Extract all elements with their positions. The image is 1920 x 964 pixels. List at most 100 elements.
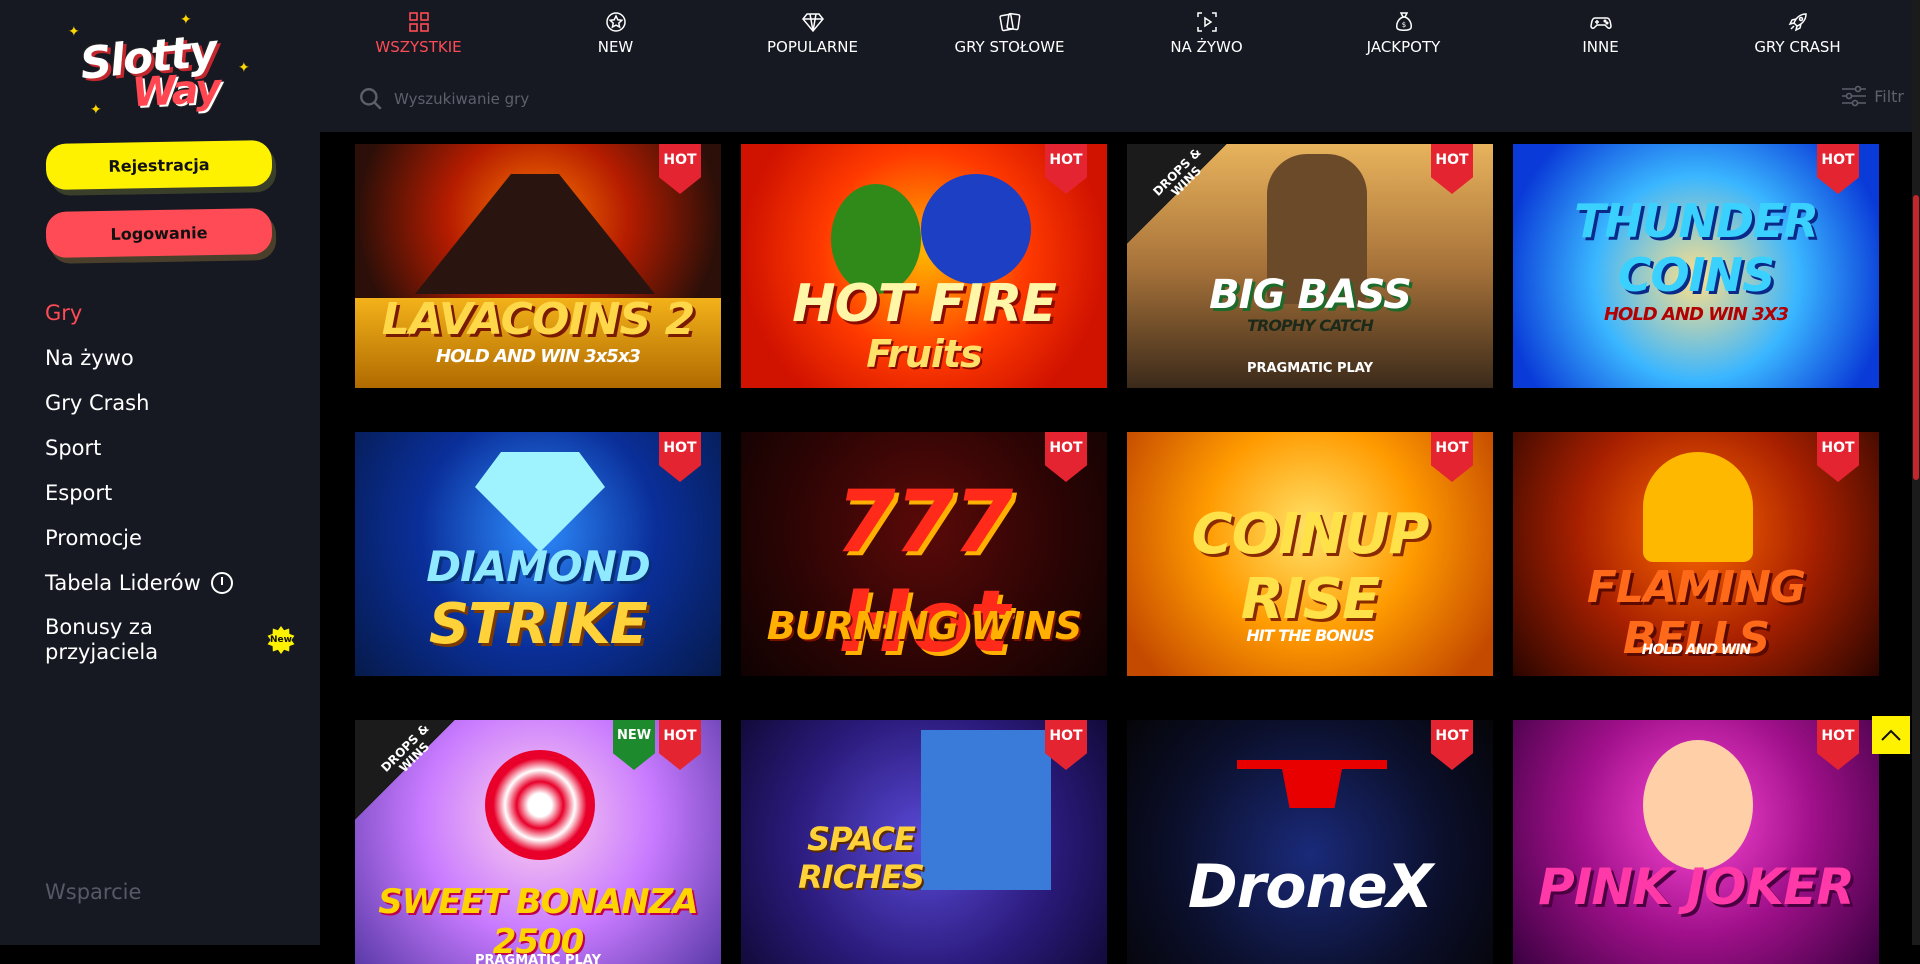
provider-label: PRAGMATIC PLAY xyxy=(1246,361,1374,376)
game-card-thunder-coins[interactable]: THUNDER COINS HOLD AND WIN 3X3 HOT xyxy=(1513,144,1879,388)
logo-word-way: Way xyxy=(130,65,221,117)
game-card-coinup-rise[interactable]: COINUP RISE HIT THE BONUS HOT xyxy=(1127,432,1493,676)
game-card-lavacoins-2[interactable]: LAVACOINS 2 HOLD AND WIN 3x5x3 HOT xyxy=(355,144,721,388)
tab-label: INNE xyxy=(1582,38,1619,56)
tab-na-zywo[interactable]: NA ŻYWO xyxy=(1108,0,1305,70)
sidebar-item-label: Promocje xyxy=(45,525,142,550)
sidebar-item-label: Tabela Liderów xyxy=(45,570,201,595)
game-subtitle: HOLD AND WIN xyxy=(1641,642,1751,658)
hot-badge: HOT xyxy=(1045,720,1087,770)
game-card-pink-joker[interactable]: PINK JOKER HOT xyxy=(1513,720,1879,964)
search-input[interactable] xyxy=(394,90,694,108)
sidebar-item-sport[interactable]: Sport xyxy=(45,425,295,470)
game-subtitle: Fruits xyxy=(866,332,982,376)
sidebar: ✦ ✦ ✦ ✦ Slotty Way Rejestracja Logowanie… xyxy=(0,0,320,945)
game-subtitle: HOLD AND WIN 3x5x3 xyxy=(436,346,641,367)
game-title: COINUP RISE xyxy=(1191,502,1430,632)
sidebar-item-bonusy[interactable]: Bonusy za przyjaciela New xyxy=(45,611,295,669)
hot-badge: HOT xyxy=(1431,432,1473,482)
sidebar-item-gry[interactable]: Gry xyxy=(45,290,295,335)
game-title: THUNDER COINS xyxy=(1574,194,1819,302)
svg-text:$: $ xyxy=(1401,21,1405,29)
hot-badge: HOT xyxy=(1817,432,1859,482)
hot-badge: HOT xyxy=(1431,720,1473,770)
game-title: LAVACOINS 2 xyxy=(381,294,695,345)
tab-label: POPULARNE xyxy=(767,38,858,56)
register-button[interactable]: Rejestracja xyxy=(45,140,273,190)
tab-label: JACKPOTY xyxy=(1366,38,1441,56)
volcano-art xyxy=(415,174,655,294)
support-link[interactable]: Wsparcie xyxy=(45,880,141,904)
drops-wins-label: DROPS & WINS xyxy=(1150,145,1205,200)
game-title: HOT FIRE xyxy=(792,274,1057,334)
star-icon: ✦ xyxy=(238,60,250,76)
category-tabs: WSZYSTKIE NEW POPULARNE GRY STOŁOWE NA Ż… xyxy=(320,0,1912,70)
sidebar-item-label: Esport xyxy=(45,480,113,505)
joker-art xyxy=(1643,740,1753,870)
game-card-big-bass[interactable]: BIG BASS TROPHY CATCH PRAGMATIC PLAY DRO… xyxy=(1127,144,1493,388)
tab-label: NA ŻYWO xyxy=(1170,38,1243,56)
slottyway-logo[interactable]: ✦ ✦ ✦ ✦ Slotty Way xyxy=(62,10,252,120)
game-subtitle: HOLD AND WIN 3X3 xyxy=(1603,304,1789,325)
stopwatch-icon xyxy=(210,571,233,594)
game-subtitle: TROPHY CATCH xyxy=(1247,316,1374,335)
chevron-up-icon xyxy=(1881,729,1901,741)
tab-inne[interactable]: INNE xyxy=(1502,0,1699,70)
star-icon: ✦ xyxy=(180,12,192,28)
game-card-dronex[interactable]: DroneX HOT xyxy=(1127,720,1493,964)
game-card-sweet-bonanza[interactable]: SWEET BONANZA 2500 PRAGMATIC PLAY DROPS … xyxy=(355,720,721,964)
tab-new[interactable]: NEW xyxy=(517,0,714,70)
badge-star-icon xyxy=(605,12,626,32)
sidebar-item-tabela-liderow[interactable]: Tabela Liderów xyxy=(45,560,295,605)
game-subtitle: BURNING WINS xyxy=(766,604,1082,648)
game-title: DIAMOND xyxy=(426,542,651,591)
tab-popularne[interactable]: POPULARNE xyxy=(714,0,911,70)
diamond-icon xyxy=(801,13,824,33)
drops-wins-badge: DROPS & WINS xyxy=(1127,144,1227,244)
game-subtitle: STRIKE xyxy=(428,592,648,657)
game-search xyxy=(358,84,758,114)
drone-art xyxy=(1237,760,1387,808)
sidebar-item-label: Bonusy za przyjaciela xyxy=(45,615,159,664)
tab-label: GRY STOŁOWE xyxy=(954,38,1065,56)
sidebar-item-gry-crash[interactable]: Gry Crash xyxy=(45,380,295,425)
sidebar-item-esport[interactable]: Esport xyxy=(45,470,295,515)
sidebar-item-label: Sport xyxy=(45,435,102,460)
lollipop-art xyxy=(485,750,595,860)
scrollbar[interactable] xyxy=(1912,0,1920,945)
drops-wins-label: DROPS & WINS xyxy=(378,721,433,776)
tab-gry-stolowe[interactable]: GRY STOŁOWE xyxy=(911,0,1108,70)
tab-gry-crash[interactable]: GRY CRASH xyxy=(1699,0,1896,70)
provider-label: PRAGMATIC PLAY xyxy=(474,953,602,964)
game-card-diamond-strike[interactable]: DIAMOND STRIKE HOT xyxy=(355,432,721,676)
rocket-icon xyxy=(1788,13,1807,32)
login-button[interactable]: Logowanie xyxy=(45,208,273,258)
top-bar: WSZYSTKIE NEW POPULARNE GRY STOŁOWE NA Ż… xyxy=(320,0,1912,132)
hot-badge: HOT xyxy=(1431,144,1473,194)
game-title: SWEET BONANZA 2500 xyxy=(378,882,698,962)
game-card-space-riches[interactable]: SPACE RICHES HOT xyxy=(741,720,1107,964)
sidebar-item-promocje[interactable]: Promocje xyxy=(45,515,295,560)
sidebar-nav: Gry Na żywo Gry Crash Sport Esport Promo… xyxy=(45,290,295,669)
filter-button[interactable]: Filtr xyxy=(1840,84,1904,108)
grid-icon xyxy=(408,12,429,32)
gamepad-icon xyxy=(1589,17,1612,29)
game-card-flaming-bells[interactable]: FLAMING BELLS HOLD AND WIN HOT xyxy=(1513,432,1879,676)
game-card-hotfire-fruits[interactable]: HOT FIRE Fruits HOT xyxy=(741,144,1107,388)
tab-wszystkie[interactable]: WSZYSTKIE xyxy=(320,0,517,70)
game-card-hot-burning-wins[interactable]: 777 Hot BURNING WINS HOT xyxy=(741,432,1107,676)
hot-badge: HOT xyxy=(1817,720,1859,770)
star-icon: ✦ xyxy=(68,24,80,40)
sidebar-item-label: Gry xyxy=(45,300,83,325)
hot-badge: HOT xyxy=(659,432,701,482)
game-title: BIG BASS xyxy=(1209,272,1412,318)
search-icon xyxy=(360,88,382,110)
bell-art xyxy=(1643,452,1753,562)
scroll-to-top-button[interactable] xyxy=(1872,716,1910,754)
scrollbar-thumb[interactable] xyxy=(1913,195,1919,480)
tab-jackpoty[interactable]: $ JACKPOTY xyxy=(1305,0,1502,70)
sidebar-item-na-zywo[interactable]: Na żywo xyxy=(45,335,295,380)
sliders-icon xyxy=(1842,85,1867,107)
new-game-badge: NEW xyxy=(613,720,655,770)
hot-badge: HOT xyxy=(1045,144,1087,194)
